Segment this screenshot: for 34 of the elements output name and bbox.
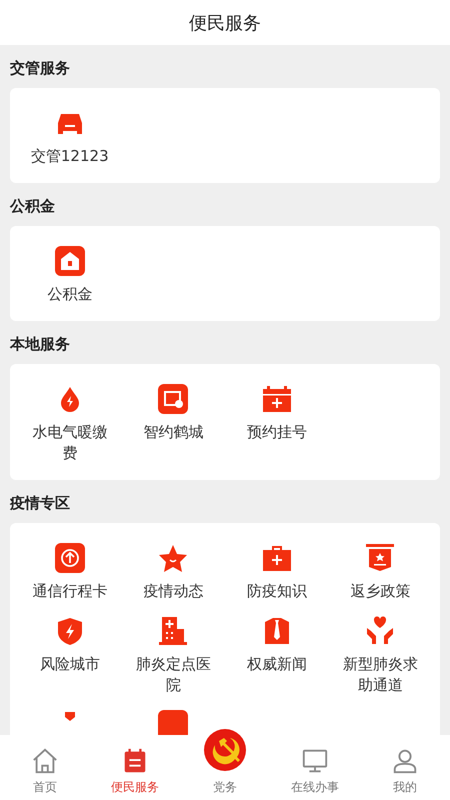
home-icon: [31, 747, 59, 775]
section-title: 交管服务: [10, 58, 71, 79]
section-title: 疫情专区: [10, 493, 71, 514]
service-label[interactable]: 交管12123: [30, 146, 109, 167]
house-icon: [54, 246, 85, 276]
page-title: 便民服务: [189, 12, 261, 34]
hands-heart-icon: [365, 616, 396, 646]
monitor-icon: [301, 747, 329, 775]
medical-kit-icon: [262, 543, 292, 573]
service-label[interactable]: 肺炎定点医院: [133, 654, 214, 696]
service-label[interactable]: 权威新闻: [246, 654, 307, 675]
service-label[interactable]: 智约鹤城: [143, 422, 204, 443]
section-title: 公积金: [10, 196, 56, 217]
tab[interactable]: 便民服务: [90, 735, 180, 800]
section-title: 本地服务: [10, 334, 71, 355]
service-label[interactable]: 风险城市: [40, 654, 100, 675]
service-label[interactable]: 新型肺炎求助通道: [340, 654, 420, 696]
service-label[interactable]: 公积金: [47, 284, 92, 305]
tab[interactable]: 党务: [180, 721, 270, 800]
app-tile-icon: [158, 710, 188, 735]
tab[interactable]: 首页: [0, 735, 90, 800]
service-label[interactable]: 防疫知识: [246, 581, 307, 602]
service-label[interactable]: 疫情动态: [143, 581, 204, 602]
tab[interactable]: 我的: [360, 735, 450, 800]
star-icon: [158, 543, 188, 573]
banner-icon: [365, 543, 396, 573]
tab[interactable]: 在线办事: [270, 735, 360, 800]
service-label[interactable]: 水电气暖缴费: [30, 422, 110, 464]
service-label[interactable]: 预约挂号: [246, 422, 307, 443]
medical-calendar-icon: [262, 384, 292, 414]
hospital-icon: [158, 616, 188, 646]
person-icon: [391, 747, 419, 775]
service-label[interactable]: 返乡政策: [350, 581, 410, 602]
service-label[interactable]: 通信行程卡: [32, 581, 108, 602]
